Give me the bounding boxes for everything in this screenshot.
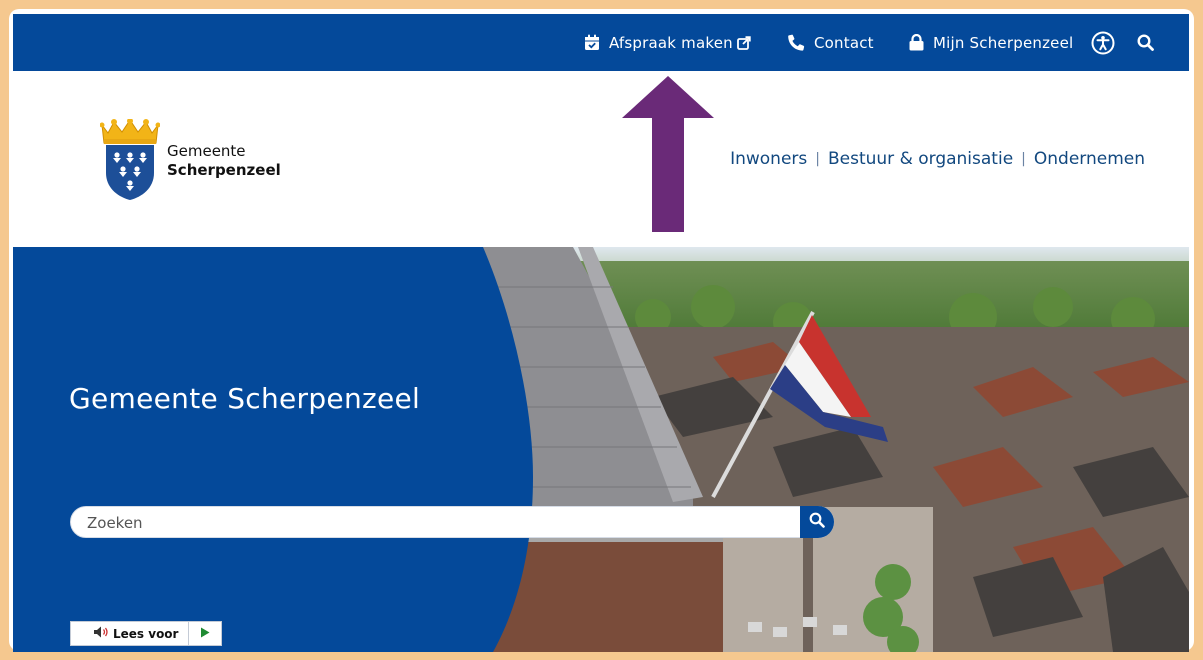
play-button[interactable] — [189, 622, 221, 645]
site-header: Gemeente Scherpenzeel Inwoners | Bestuur… — [13, 71, 1189, 247]
logo-line-1: Gemeente — [167, 142, 246, 160]
search-submit-button[interactable] — [800, 506, 834, 538]
search-icon — [809, 512, 825, 532]
account-link[interactable]: Mijn Scherpenzeel — [909, 14, 1073, 71]
hero-title: Gemeente Scherpenzeel — [69, 382, 421, 415]
top-utility-bar: Afspraak maken Contact Mijn Scherpenzeel — [13, 14, 1189, 71]
search-icon — [1137, 34, 1154, 51]
nav-item-bestuur-organisatie[interactable]: Bestuur & organisatie — [828, 149, 1013, 169]
contact-label: Contact — [814, 33, 874, 52]
appointment-link[interactable]: Afspraak maken — [584, 14, 751, 71]
calendar-check-icon — [584, 34, 600, 51]
aerial-town-photo — [13, 247, 1189, 652]
nav-separator: | — [815, 151, 820, 167]
read-aloud-label: Lees voor — [113, 626, 179, 641]
nav-item-ondernemen[interactable]: Ondernemen — [1034, 149, 1145, 169]
annotation-arrow — [622, 76, 714, 236]
logo-line-2: Scherpenzeel — [167, 161, 281, 179]
hero-banner: Gemeente Scherpenzeel Lees voor — [13, 247, 1189, 652]
readspeaker-widget: Lees voor — [70, 621, 223, 646]
search-box — [70, 506, 834, 539]
lock-icon — [909, 34, 924, 51]
municipality-crest-logo[interactable] — [99, 118, 161, 205]
accessibility-icon — [1091, 31, 1115, 55]
play-icon — [200, 627, 210, 641]
appointment-label: Afspraak maken — [609, 33, 733, 52]
municipality-name[interactable]: Gemeente Scherpenzeel — [167, 142, 281, 180]
nav-separator: | — [1021, 151, 1026, 167]
speaker-icon — [93, 626, 109, 641]
read-aloud-button[interactable]: Lees voor — [71, 622, 190, 645]
main-navigation: Inwoners | Bestuur & organisatie | Onder… — [730, 149, 1145, 169]
external-link-icon — [736, 35, 751, 50]
phone-icon — [788, 34, 805, 51]
contact-link[interactable]: Contact — [788, 14, 874, 71]
account-label: Mijn Scherpenzeel — [933, 33, 1074, 52]
search-input[interactable] — [85, 507, 789, 539]
nav-item-inwoners[interactable]: Inwoners — [730, 149, 807, 169]
search-toggle-button[interactable] — [1137, 14, 1154, 71]
accessibility-button[interactable] — [1091, 14, 1115, 71]
